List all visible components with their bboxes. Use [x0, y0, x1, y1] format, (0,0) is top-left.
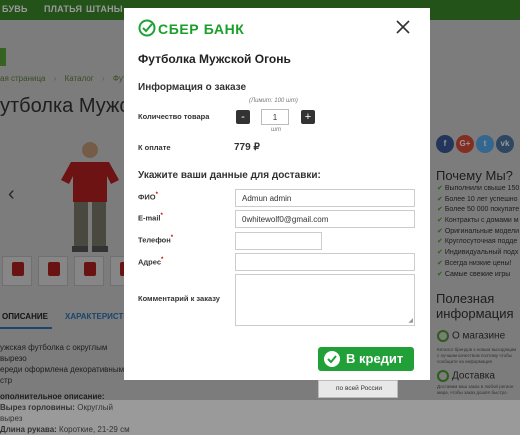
neck-label: Вырез горловины:: [0, 403, 75, 412]
address-field-label: Адрес*: [138, 257, 164, 267]
total-value: 779 ₽: [234, 142, 260, 153]
quantity-label: Количество товара: [138, 112, 210, 121]
sberbank-logo-icon: [138, 19, 156, 37]
total-label: К оплате: [138, 143, 171, 152]
credit-button[interactable]: В кредит: [318, 347, 414, 371]
quantity-limit: (Лимит: 100 шт): [249, 98, 298, 104]
phone-field[interactable]: [235, 232, 322, 250]
comment-field-label: Комментарий к заказу: [138, 294, 220, 303]
credit-order-modal: СБЕР БАНК Футболка Мужской Огонь Информа…: [124, 8, 430, 380]
name-field-label: ФИО*: [138, 192, 158, 202]
russia-delivery-badge: по всей России: [318, 380, 398, 398]
checkmark-icon: [324, 351, 340, 367]
product-name: Футболка Мужской Огонь: [138, 52, 291, 66]
required-mark: *: [160, 213, 163, 219]
required-mark: *: [155, 192, 158, 198]
order-info-heading: Информация о заказе: [138, 82, 247, 93]
close-icon[interactable]: [396, 20, 410, 34]
sleeve-value: Короткие, 21-29 см: [59, 425, 130, 434]
required-mark: *: [161, 257, 164, 263]
required-mark: *: [170, 235, 174, 241]
quantity-increase-button[interactable]: +: [301, 110, 315, 124]
quantity-unit: шт: [271, 127, 281, 133]
comment-textarea[interactable]: ◢: [235, 274, 415, 326]
phone-field-label: Телефон*: [138, 235, 174, 245]
email-field[interactable]: [235, 210, 415, 228]
quantity-decrease-button[interactable]: -: [236, 110, 250, 124]
address-field[interactable]: [235, 253, 415, 271]
credit-button-label: В кредит: [346, 351, 404, 366]
name-field[interactable]: [235, 189, 415, 207]
quantity-input[interactable]: [261, 109, 289, 125]
delivery-heading: Укажите ваши данные для доставки:: [138, 170, 321, 181]
email-field-label: E-mail*: [138, 213, 163, 223]
resize-handle-icon[interactable]: ◢: [408, 318, 413, 324]
brand-name: СБЕР БАНК: [158, 21, 245, 37]
sleeve-label: Длина рукава:: [0, 425, 57, 434]
